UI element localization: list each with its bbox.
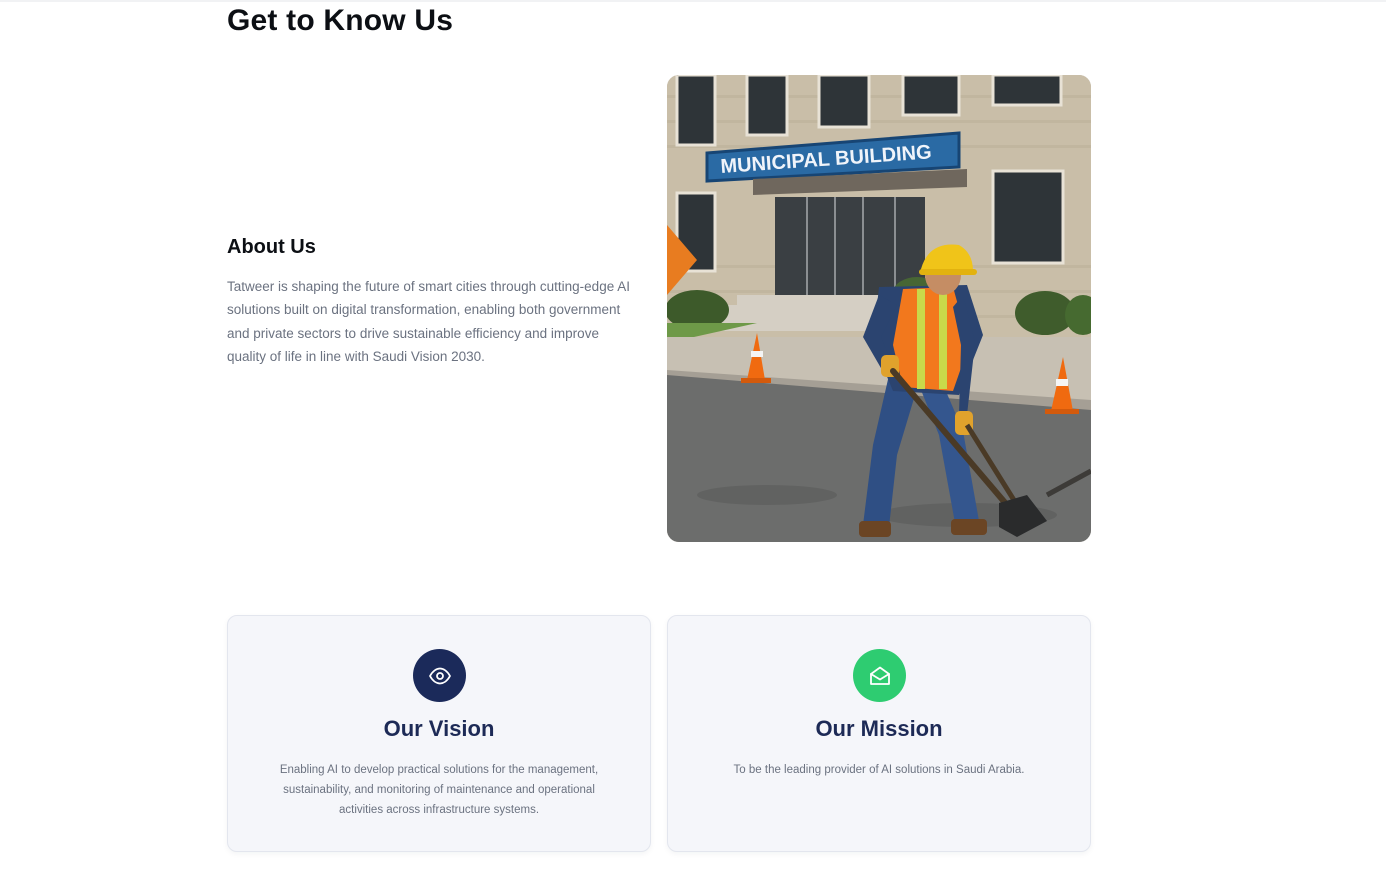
mission-text: To be the leading provider of AI solutio… (733, 764, 1025, 776)
about-heading: About Us (227, 236, 316, 258)
worker-photo: MUNICIPAL BUILDING (667, 75, 1091, 542)
eye-icon (428, 667, 451, 684)
vision-title: Our Vision (383, 716, 495, 741)
vision-card: Our Vision Enabling AI to develop practi… (227, 615, 651, 852)
section-title: Get to Know Us (227, 4, 454, 37)
top-divider (0, 0, 1386, 2)
vision-text: Enabling AI to develop practical solutio… (279, 764, 599, 816)
about-text: Tatweer is shaping the future of smart c… (227, 279, 630, 364)
vision-icon-circle (413, 649, 466, 702)
mission-card: Our Mission To be the leading provider o… (667, 615, 1091, 852)
about-block: About Us Tatweer is shaping the future o… (227, 236, 639, 368)
mission-icon-circle (853, 649, 906, 702)
photo-illustration: MUNICIPAL BUILDING (667, 75, 1091, 542)
envelope-open-icon (869, 666, 890, 685)
mission-title: Our Mission (815, 716, 943, 741)
